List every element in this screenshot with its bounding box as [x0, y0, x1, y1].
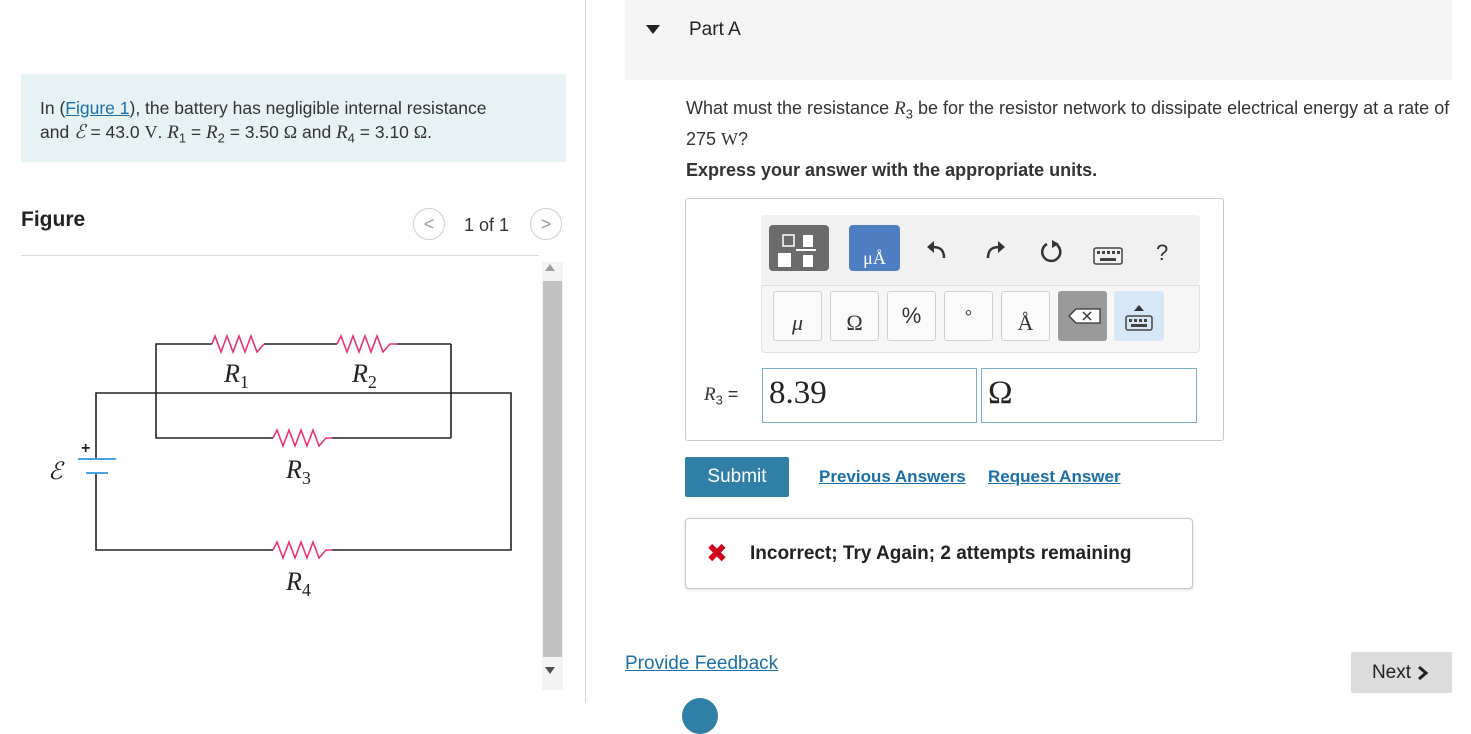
- figure-prev-button[interactable]: <: [413, 208, 445, 240]
- unit-percent-button[interactable]: %: [887, 291, 936, 341]
- resistor-r2: [336, 333, 397, 355]
- problem-statement: In (Figure 1), the battery has negligibl…: [21, 74, 566, 162]
- wire: [95, 474, 273, 551]
- emf-unit: V: [144, 122, 158, 142]
- submit-button[interactable]: Submit: [685, 457, 789, 497]
- problem-text: In (: [40, 98, 66, 118]
- problem-text: =: [186, 122, 207, 142]
- incorrect-icon: ✖: [706, 538, 728, 568]
- answer-instruction: Express your answer with the appropriate…: [686, 160, 1098, 180]
- ohm-unit: Ω: [283, 122, 298, 142]
- r4-symbol: R: [336, 122, 348, 143]
- r2-subscript: 2: [217, 130, 225, 146]
- r12-value: = 3.50: [224, 122, 284, 142]
- problem-text: and: [40, 122, 70, 142]
- scroll-down-arrow-icon[interactable]: [545, 667, 555, 674]
- unit-angstrom-button[interactable]: Å: [1001, 291, 1050, 341]
- r2-symbol: R: [206, 122, 218, 143]
- answer-label: R3 =: [704, 384, 738, 408]
- answer-label-eq: =: [722, 384, 739, 404]
- emf-value: = 43.0: [85, 122, 145, 142]
- unit-ohm-button[interactable]: Ω: [830, 291, 879, 341]
- previous-answers-link[interactable]: Previous Answers: [819, 467, 966, 487]
- resistor-r3: [272, 427, 332, 449]
- r1-subscript: 1: [178, 130, 187, 146]
- figure-title: Figure: [21, 208, 86, 231]
- r1-label: R1: [223, 359, 249, 392]
- keyboard-up-icon: [1125, 305, 1153, 331]
- feedback-message: Incorrect; Try Again; 2 attempts remaini…: [750, 543, 1132, 564]
- units-button[interactable]: μÅ: [849, 225, 900, 271]
- figure-divider: [21, 255, 539, 256]
- backspace-icon: [1068, 308, 1101, 324]
- problem-text: .: [157, 122, 163, 142]
- provide-feedback-link[interactable]: Provide Feedback: [625, 653, 778, 675]
- request-answer-link[interactable]: Request Answer: [988, 467, 1121, 487]
- unit-mu-button[interactable]: μ: [773, 291, 822, 341]
- question-text: What must the resistance R3 be for the r…: [686, 96, 1451, 152]
- omega-icon: Ω: [846, 310, 863, 335]
- part-title: Part A: [689, 19, 741, 40]
- r4-value: = 3.10: [354, 122, 414, 142]
- part-header[interactable]: [625, 0, 1452, 80]
- help-icon[interactable]: ?: [1156, 240, 1168, 266]
- undo-icon[interactable]: [922, 238, 952, 271]
- question-segment: What must the resistance: [686, 98, 895, 118]
- redo-icon[interactable]: [980, 238, 1010, 271]
- reset-icon[interactable]: [1036, 238, 1066, 273]
- backspace-button[interactable]: [1058, 291, 1107, 341]
- mu-icon: μ: [791, 310, 804, 335]
- templates-button[interactable]: [769, 225, 829, 271]
- figure-next-button[interactable]: >: [530, 208, 562, 240]
- unit-degree-button[interactable]: °: [944, 291, 993, 341]
- keyboard-toggle-button[interactable]: [1114, 291, 1164, 341]
- panel-divider: [585, 0, 586, 703]
- scrollbar-thumb[interactable]: [543, 281, 562, 657]
- emf-symbol: ℰ: [74, 122, 86, 143]
- problem-text: ), the battery has negligible internal r…: [129, 98, 487, 118]
- battery-plus-label: +: [81, 440, 90, 457]
- resistor-r4: [272, 539, 332, 561]
- problem-text: .: [427, 122, 433, 142]
- answer-label-r: R: [704, 384, 716, 405]
- r3-symbol: R: [894, 98, 906, 119]
- bottom-avatar: [682, 698, 718, 734]
- figure-link[interactable]: Figure 1: [65, 98, 129, 118]
- figure-pager: 1 of 1: [464, 215, 510, 235]
- question-segment: ?: [738, 128, 749, 149]
- chevron-right-icon: >: [540, 213, 552, 234]
- percent-icon: %: [901, 303, 922, 328]
- next-button[interactable]: Next: [1351, 652, 1452, 693]
- answer-value-input[interactable]: 8.39: [762, 368, 977, 423]
- chevron-right-icon: [1418, 665, 1429, 680]
- angstrom-icon: Å: [1017, 310, 1034, 335]
- collapse-triangle-icon[interactable]: [646, 25, 660, 34]
- resistor-r1: [211, 333, 265, 355]
- r4-label: R4: [285, 567, 311, 600]
- circuit-diagram: + ℰ R1 R2 R3 R4: [48, 333, 512, 600]
- degree-icon: °: [964, 305, 973, 326]
- answer-units-input[interactable]: Ω: [981, 368, 1197, 423]
- ohm-unit: Ω: [413, 122, 428, 142]
- watt-unit: W: [721, 128, 739, 149]
- problem-text: and: [297, 122, 337, 142]
- scroll-up-arrow-icon[interactable]: [545, 264, 555, 271]
- next-label: Next: [1371, 661, 1412, 683]
- chevron-left-icon: <: [423, 213, 435, 234]
- templates-icon: [778, 234, 816, 267]
- r3-subscript: 3: [905, 106, 913, 122]
- r4-subscript: 4: [347, 130, 355, 146]
- r1-symbol: R: [167, 122, 179, 143]
- keyboard-icon[interactable]: [1093, 247, 1123, 270]
- units-icon-label: μÅ: [863, 248, 886, 268]
- emf-label: ℰ: [48, 459, 65, 485]
- r3-label: R3: [285, 455, 311, 488]
- r2-label: R2: [351, 359, 377, 392]
- answer-label-sub: 3: [715, 392, 723, 408]
- wire: [155, 343, 273, 439]
